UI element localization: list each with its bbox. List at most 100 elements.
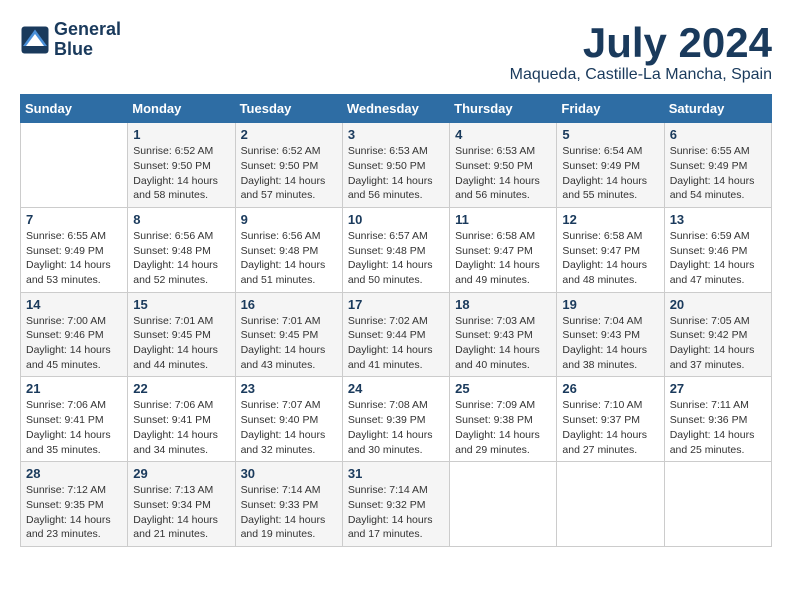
calendar-cell: 5 Sunrise: 6:54 AMSunset: 9:49 PMDaylight… bbox=[557, 123, 664, 208]
week-row-2: 14Sunrise: 7:00 AMSunset: 9:46 PMDayligh… bbox=[21, 292, 772, 377]
calendar-cell: 17 Sunrise: 7:02 AMSunset: 9:44 PMDayligh… bbox=[342, 292, 449, 377]
day-number: 5 bbox=[562, 127, 658, 142]
calendar-cell: 2Sunrise: 6:52 AMSunset: 9:50 PMDaylight… bbox=[235, 123, 342, 208]
day-number: 21 bbox=[26, 381, 122, 396]
calendar-cell: 1 Sunrise: 6:52 AMSunset: 9:50 PMDaylight… bbox=[128, 123, 235, 208]
day-info: Sunrise: 7:01 AMSunset: 9:45 PMDaylight:… bbox=[133, 314, 229, 373]
calendar-cell bbox=[664, 462, 771, 547]
calendar-cell bbox=[21, 123, 128, 208]
location-title: Maqueda, Castille-La Mancha, Spain bbox=[510, 66, 772, 84]
day-info: Sunrise: 7:12 AMSunset: 9:35 PMDaylight:… bbox=[26, 483, 122, 542]
calendar-cell: 19 Sunrise: 7:04 AMSunset: 9:43 PMDayligh… bbox=[557, 292, 664, 377]
week-row-1: 7Sunrise: 6:55 AMSunset: 9:49 PMDaylight… bbox=[21, 207, 772, 292]
calendar-cell: 9 Sunrise: 6:56 AMSunset: 9:48 PMDaylight… bbox=[235, 207, 342, 292]
calendar-cell: 4 Sunrise: 6:53 AMSunset: 9:50 PMDaylight… bbox=[450, 123, 557, 208]
day-number: 18 bbox=[455, 297, 551, 312]
day-info: Sunrise: 6:52 AMSunset: 9:50 PMDaylight:… bbox=[241, 144, 337, 203]
calendar-cell: 10 Sunrise: 6:57 AMSunset: 9:48 PMDayligh… bbox=[342, 207, 449, 292]
logo-text: General Blue bbox=[54, 20, 121, 60]
day-number: 7 bbox=[26, 212, 122, 227]
week-row-3: 21 Sunrise: 7:06 AMSunset: 9:41 PMDayligh… bbox=[21, 377, 772, 462]
calendar-cell: 15 Sunrise: 7:01 AMSunset: 9:45 PMDayligh… bbox=[128, 292, 235, 377]
day-number: 9 bbox=[241, 212, 337, 227]
column-header-wednesday: Wednesday bbox=[342, 95, 449, 123]
day-info: Sunrise: 7:09 AMSunset: 9:38 PMDaylight:… bbox=[455, 398, 551, 457]
calendar-cell: 3 Sunrise: 6:53 AMSunset: 9:50 PMDaylight… bbox=[342, 123, 449, 208]
day-number: 14 bbox=[26, 297, 122, 312]
day-info: Sunrise: 7:07 AMSunset: 9:40 PMDaylight:… bbox=[241, 398, 337, 457]
logo-icon bbox=[20, 25, 50, 55]
calendar-cell: 25Sunrise: 7:09 AMSunset: 9:38 PMDayligh… bbox=[450, 377, 557, 462]
day-number: 22 bbox=[133, 381, 229, 396]
day-number: 24 bbox=[348, 381, 444, 396]
day-number: 13 bbox=[670, 212, 766, 227]
day-info: Sunrise: 7:04 AMSunset: 9:43 PMDaylight:… bbox=[562, 314, 658, 373]
day-number: 3 bbox=[348, 127, 444, 142]
day-info: Sunrise: 7:13 AMSunset: 9:34 PMDaylight:… bbox=[133, 483, 229, 542]
day-number: 12 bbox=[562, 212, 658, 227]
calendar-cell: 13Sunrise: 6:59 AMSunset: 9:46 PMDayligh… bbox=[664, 207, 771, 292]
day-number: 16 bbox=[241, 297, 337, 312]
day-info: Sunrise: 6:58 AMSunset: 9:47 PMDaylight:… bbox=[562, 229, 658, 288]
calendar-cell: 30 Sunrise: 7:14 AMSunset: 9:33 PMDayligh… bbox=[235, 462, 342, 547]
day-number: 1 bbox=[133, 127, 229, 142]
day-info: Sunrise: 6:57 AMSunset: 9:48 PMDaylight:… bbox=[348, 229, 444, 288]
column-header-tuesday: Tuesday bbox=[235, 95, 342, 123]
week-row-0: 1 Sunrise: 6:52 AMSunset: 9:50 PMDaylight… bbox=[21, 123, 772, 208]
day-info: Sunrise: 6:58 AMSunset: 9:47 PMDaylight:… bbox=[455, 229, 551, 288]
day-number: 19 bbox=[562, 297, 658, 312]
calendar-cell: 24 Sunrise: 7:08 AMSunset: 9:39 PMDayligh… bbox=[342, 377, 449, 462]
day-info: Sunrise: 7:08 AMSunset: 9:39 PMDaylight:… bbox=[348, 398, 444, 457]
day-info: Sunrise: 6:53 AMSunset: 9:50 PMDaylight:… bbox=[455, 144, 551, 203]
day-info: Sunrise: 7:05 AMSunset: 9:42 PMDaylight:… bbox=[670, 314, 766, 373]
day-number: 10 bbox=[348, 212, 444, 227]
day-info: Sunrise: 6:53 AMSunset: 9:50 PMDaylight:… bbox=[348, 144, 444, 203]
day-number: 8 bbox=[133, 212, 229, 227]
calendar-cell: 6Sunrise: 6:55 AMSunset: 9:49 PMDaylight… bbox=[664, 123, 771, 208]
calendar-table: SundayMondayTuesdayWednesdayThursdayFrid… bbox=[20, 94, 772, 547]
day-number: 4 bbox=[455, 127, 551, 142]
day-info: Sunrise: 6:52 AMSunset: 9:50 PMDaylight:… bbox=[133, 144, 229, 203]
day-info: Sunrise: 7:06 AMSunset: 9:41 PMDaylight:… bbox=[133, 398, 229, 457]
calendar-cell: 7Sunrise: 6:55 AMSunset: 9:49 PMDaylight… bbox=[21, 207, 128, 292]
day-info: Sunrise: 7:02 AMSunset: 9:44 PMDaylight:… bbox=[348, 314, 444, 373]
day-info: Sunrise: 7:03 AMSunset: 9:43 PMDaylight:… bbox=[455, 314, 551, 373]
calendar-cell: 22 Sunrise: 7:06 AMSunset: 9:41 PMDayligh… bbox=[128, 377, 235, 462]
day-number: 28 bbox=[26, 466, 122, 481]
calendar-cell: 18 Sunrise: 7:03 AMSunset: 9:43 PMDayligh… bbox=[450, 292, 557, 377]
logo: General Blue bbox=[20, 20, 121, 60]
day-number: 26 bbox=[562, 381, 658, 396]
day-info: Sunrise: 6:54 AMSunset: 9:49 PMDaylight:… bbox=[562, 144, 658, 203]
calendar-cell: 23 Sunrise: 7:07 AMSunset: 9:40 PMDayligh… bbox=[235, 377, 342, 462]
day-info: Sunrise: 7:14 AMSunset: 9:32 PMDaylight:… bbox=[348, 483, 444, 542]
day-number: 11 bbox=[455, 212, 551, 227]
day-info: Sunrise: 7:11 AMSunset: 9:36 PMDaylight:… bbox=[670, 398, 766, 457]
logo-line2: Blue bbox=[54, 40, 121, 60]
calendar-cell: 14Sunrise: 7:00 AMSunset: 9:46 PMDayligh… bbox=[21, 292, 128, 377]
column-header-friday: Friday bbox=[557, 95, 664, 123]
day-number: 27 bbox=[670, 381, 766, 396]
calendar-cell: 26 Sunrise: 7:10 AMSunset: 9:37 PMDayligh… bbox=[557, 377, 664, 462]
calendar-cell: 20 Sunrise: 7:05 AMSunset: 9:42 PMDayligh… bbox=[664, 292, 771, 377]
calendar-cell: 28 Sunrise: 7:12 AMSunset: 9:35 PMDayligh… bbox=[21, 462, 128, 547]
day-info: Sunrise: 7:10 AMSunset: 9:37 PMDaylight:… bbox=[562, 398, 658, 457]
day-info: Sunrise: 7:14 AMSunset: 9:33 PMDaylight:… bbox=[241, 483, 337, 542]
day-number: 30 bbox=[241, 466, 337, 481]
calendar-cell: 29Sunrise: 7:13 AMSunset: 9:34 PMDayligh… bbox=[128, 462, 235, 547]
column-header-thursday: Thursday bbox=[450, 95, 557, 123]
day-number: 17 bbox=[348, 297, 444, 312]
day-info: Sunrise: 7:01 AMSunset: 9:45 PMDaylight:… bbox=[241, 314, 337, 373]
column-header-monday: Monday bbox=[128, 95, 235, 123]
month-title: July 2024 bbox=[510, 20, 772, 66]
calendar-cell bbox=[450, 462, 557, 547]
calendar-cell: 16 Sunrise: 7:01 AMSunset: 9:45 PMDayligh… bbox=[235, 292, 342, 377]
day-number: 15 bbox=[133, 297, 229, 312]
day-info: Sunrise: 6:56 AMSunset: 9:48 PMDaylight:… bbox=[241, 229, 337, 288]
calendar-cell: 12 Sunrise: 6:58 AMSunset: 9:47 PMDayligh… bbox=[557, 207, 664, 292]
calendar-cell: 21 Sunrise: 7:06 AMSunset: 9:41 PMDayligh… bbox=[21, 377, 128, 462]
column-header-sunday: Sunday bbox=[21, 95, 128, 123]
day-info: Sunrise: 7:06 AMSunset: 9:41 PMDaylight:… bbox=[26, 398, 122, 457]
calendar-cell: 11 Sunrise: 6:58 AMSunset: 9:47 PMDayligh… bbox=[450, 207, 557, 292]
day-number: 23 bbox=[241, 381, 337, 396]
day-number: 20 bbox=[670, 297, 766, 312]
